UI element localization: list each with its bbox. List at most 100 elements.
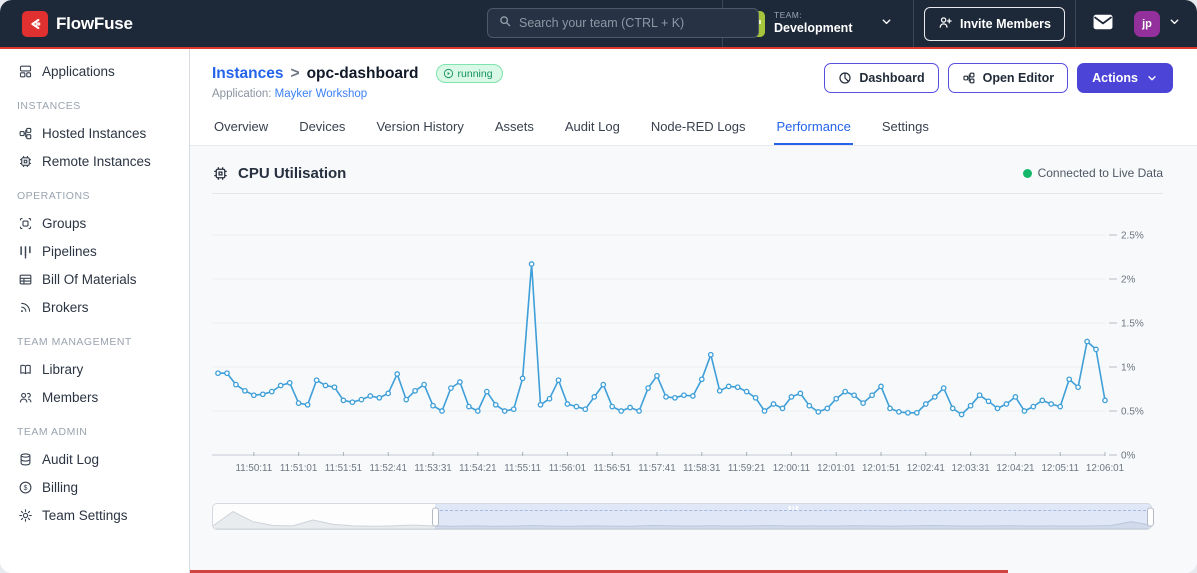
svg-text:12:06:01: 12:06:01 [1086, 463, 1124, 474]
svg-text:$: $ [23, 485, 27, 492]
status-badge-label: running [457, 67, 493, 80]
team-chevron-down-icon [880, 15, 893, 33]
svg-text:11:59:21: 11:59:21 [728, 463, 765, 474]
tab-audit-log[interactable]: Audit Log [563, 113, 622, 145]
svg-text:12:05:11: 12:05:11 [1041, 463, 1078, 474]
sidebar-item-audit-log[interactable]: Audit Log [0, 445, 189, 473]
team-name: Development [773, 21, 853, 36]
live-status-label: Connected to Live Data [1037, 166, 1163, 180]
flowfuse-logo-icon [22, 10, 48, 37]
sidebar-item-library[interactable]: Library [0, 355, 189, 383]
breadcrumb-instances-link[interactable]: Instances [212, 65, 284, 83]
svg-text:11:50:11: 11:50:11 [235, 463, 272, 474]
flowfuse-logo[interactable]: FlowFuse [22, 10, 133, 37]
brush-grip-icon[interactable] [788, 506, 798, 510]
tab-performance[interactable]: Performance [774, 113, 852, 145]
brush-selection-dash [435, 510, 1151, 511]
chart-header: CPU Utilisation Connected to Live Data [212, 158, 1163, 188]
sidebar-item-applications[interactable]: Applications [0, 57, 189, 85]
status-badge: running [435, 64, 503, 83]
sidebar-item-hosted-instances[interactable]: Hosted Instances [0, 119, 189, 147]
sidebar-item-label: Hosted Instances [42, 125, 147, 141]
sidebar-item-members[interactable]: Members [0, 383, 189, 411]
sidebar-item-pipelines[interactable]: Pipelines [0, 237, 189, 265]
chart-divider [212, 193, 1163, 194]
sidebar-item-remote-instances[interactable]: Remote Instances [0, 147, 189, 175]
pie-chart-icon [838, 71, 852, 85]
tab-overview[interactable]: Overview [212, 113, 270, 145]
svg-text:12:02:41: 12:02:41 [907, 463, 945, 474]
sidebar-item-billing[interactable]: $ Billing [0, 473, 189, 501]
svg-text:11:51:51: 11:51:51 [325, 463, 362, 474]
chart-title: CPU Utilisation [212, 165, 346, 182]
book-icon [17, 361, 33, 377]
team-label: TEAM: [773, 10, 802, 21]
tab-assets[interactable]: Assets [493, 113, 536, 145]
search-input[interactable] [519, 16, 748, 30]
breadcrumb-separator: > [290, 64, 300, 82]
svg-text:11:52:41: 11:52:41 [370, 463, 407, 474]
main-panel: Instances > opc-dashboard running Applic… [190, 49, 1197, 573]
actions-button[interactable]: Actions [1077, 63, 1173, 93]
performance-content: CPU Utilisation Connected to Live Data 0… [190, 146, 1197, 573]
people-icon [17, 389, 33, 405]
header-actions: Dashboard Open Editor Actions [824, 63, 1173, 93]
svg-text:11:58:31: 11:58:31 [683, 463, 720, 474]
tab-version-history[interactable]: Version History [374, 113, 465, 145]
dashboard-button-label: Dashboard [859, 71, 925, 85]
open-editor-button[interactable]: Open Editor [947, 63, 1069, 93]
application-label: Application: [212, 88, 272, 100]
svg-text:12:03:31: 12:03:31 [952, 463, 990, 474]
brush-selection[interactable] [435, 504, 1151, 529]
instance-name: opc-dashboard [306, 64, 419, 82]
sidebar-section-instances: INSTANCES [17, 100, 81, 112]
application-link[interactable]: Mayker Workshop [275, 88, 367, 100]
user-menu[interactable]: jp [1134, 10, 1181, 37]
live-status: Connected to Live Data [1022, 166, 1163, 180]
tab-devices[interactable]: Devices [297, 113, 347, 145]
sidebar-section-team-admin: TEAM ADMIN [17, 426, 88, 438]
svg-text:11:55:11: 11:55:11 [504, 463, 541, 474]
chip-icon [17, 153, 33, 169]
user-avatar: jp [1134, 10, 1160, 37]
svg-text:2.5%: 2.5% [1121, 231, 1144, 242]
tab-settings[interactable]: Settings [880, 113, 931, 145]
svg-text:11:53:31: 11:53:31 [414, 463, 451, 474]
svg-text:11:57:41: 11:57:41 [638, 463, 675, 474]
sidebar-item-bill-of-materials[interactable]: Bill Of Materials [0, 265, 189, 293]
svg-text:11:51:01: 11:51:01 [280, 463, 317, 474]
sidebar-item-team-settings[interactable]: Team Settings [0, 501, 189, 529]
cpu-utilisation-chart[interactable]: 0% 0.5% 1% 1.5% 2% 2.5% 11:50:11 11:51:01 11:51:… [212, 202, 1162, 478]
gear-icon [17, 507, 33, 523]
database-icon [17, 451, 33, 467]
svg-text:11:54:21: 11:54:21 [459, 463, 496, 474]
sidebar-item-label: Audit Log [42, 451, 100, 467]
table-icon [17, 271, 33, 287]
search-icon [498, 14, 512, 33]
instance-tabs: Overview Devices Version History Assets … [212, 113, 1173, 145]
notifications-button[interactable] [1086, 13, 1120, 34]
envelope-icon [1092, 13, 1114, 34]
sidebar: Applications INSTANCES Hosted Instances … [0, 49, 190, 573]
time-range-brush[interactable] [212, 503, 1154, 530]
sidebar-item-label: Team Settings [42, 507, 128, 523]
svg-text:12:01:01: 12:01:01 [817, 463, 855, 474]
svg-text:1%: 1% [1121, 363, 1136, 374]
svg-text:2%: 2% [1121, 275, 1136, 286]
sidebar-item-groups[interactable]: Groups [0, 209, 189, 237]
tab-node-red-logs[interactable]: Node-RED Logs [649, 113, 748, 145]
top-navbar: FlowFuse TEAM: Development [0, 0, 1197, 47]
actions-button-label: Actions [1092, 71, 1138, 85]
team-search[interactable] [487, 8, 759, 38]
open-editor-button-label: Open Editor [982, 71, 1055, 85]
sidebar-item-label: Remote Instances [42, 153, 151, 169]
brush-handle-left[interactable] [432, 507, 440, 526]
brush-handle-right[interactable] [1147, 507, 1154, 526]
invite-members-button[interactable]: Invite Members [923, 6, 1065, 41]
node-fork-icon [17, 125, 33, 141]
dashboard-button[interactable]: Dashboard [824, 63, 939, 93]
sidebar-item-label: Pipelines [42, 243, 97, 259]
applications-icon [17, 63, 33, 79]
sidebar-item-brokers[interactable]: Brokers [0, 293, 189, 321]
svg-text:11:56:01: 11:56:01 [549, 463, 586, 474]
